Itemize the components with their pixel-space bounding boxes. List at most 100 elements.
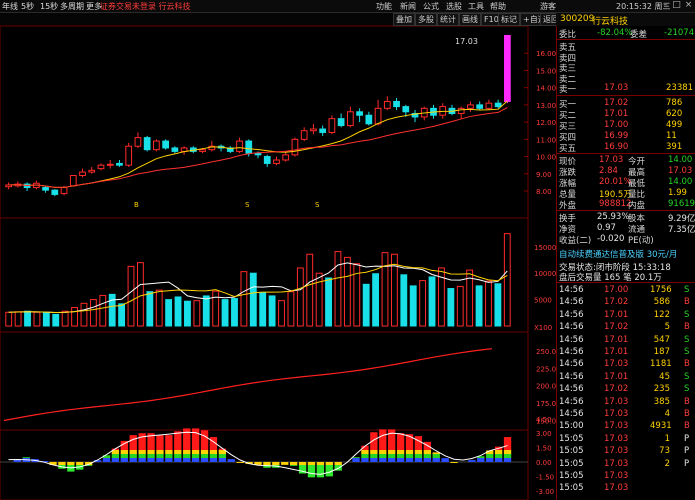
tick-price: 17.01 [604,347,629,357]
price-axis-label: 11.00 [536,136,556,144]
macd-bar [165,454,173,458]
macd-bar [441,458,449,462]
period-more[interactable]: 更多 [86,1,102,12]
menu-news[interactable]: 新闻 [400,1,416,12]
period-multi[interactable]: 多周期 [60,1,84,12]
tool-multi-stock[interactable]: 多股 [415,13,437,26]
macd-bar [307,462,316,465]
signal-s-marker: S [315,201,320,209]
macd-bar [494,450,503,454]
tick-side: B [684,409,690,419]
divider [557,210,695,211]
menu-tools[interactable]: 工具 [468,1,484,12]
close-icon[interactable]: × [683,0,694,11]
minimize-icon[interactable]: – [660,0,671,11]
macd-bar [174,458,182,462]
trade-login-notice[interactable]: 证券交易未登录 行云科技 [100,1,191,12]
candle-body [79,171,86,177]
volume-bar [362,283,370,327]
volume-bar [296,267,304,327]
menu-formula[interactable]: 公式 [423,1,439,12]
tick-time: 15:05 [559,471,584,481]
kline-chart[interactable]: 16.00 15.00 14.00 13.00 12.00 11.00 10.00 9.00 8… [0,26,556,500]
volume-bar [14,311,22,327]
candle-body [328,118,336,133]
macd-bar [423,458,431,462]
candle-body [51,189,59,195]
macd-bar [334,462,342,465]
candle-body [356,111,363,116]
candle-body [162,140,169,149]
bid-price: 17.00 [604,119,629,130]
menu-help[interactable]: 帮助 [490,1,506,12]
maximize-icon[interactable]: □ [671,0,682,11]
price-axis-label: 14.00 [536,85,556,93]
macd-bar [370,454,378,458]
macd-bar [209,454,218,458]
volume-bar [278,300,285,327]
period-5s[interactable]: 5秒 [21,1,34,12]
macd-bar [325,462,333,465]
bid-volume: 786 [666,98,683,108]
indicator-axis-label: 175.0 [536,400,556,408]
bid-price: 17.01 [604,108,629,119]
indicator-line [3,348,493,422]
volume-bar [155,289,163,327]
tool-overlay[interactable]: 叠加 [393,13,415,26]
tool-mark[interactable]: 标记 [498,13,520,26]
macd-bar [396,433,405,450]
tick-side: B [684,421,690,432]
macd-bar [102,458,111,462]
volume-axis-label: 15000 [534,244,556,252]
macd-bar [361,454,369,458]
price-axis-label: 15.00 [536,67,556,75]
candle-body [319,128,327,133]
guest-label[interactable]: 游客 [540,1,556,12]
macd-bar [191,454,200,458]
tick-volume: 5 [664,322,670,333]
volume-bar [127,265,135,327]
tick-price: 17.03 [604,458,629,469]
subscription-banner[interactable]: 自动续费通达信普及版 30元/月 [559,248,677,260]
menu-function[interactable]: 功能 [376,1,392,12]
volume-bar [428,276,436,327]
divider [557,282,695,283]
period-yearly[interactable]: 年线 [2,1,18,12]
volume-bar [325,277,332,327]
volume-bar [108,293,116,327]
tick-side: S [684,384,690,395]
macd-bar [272,462,280,465]
macd-bar [414,458,423,462]
macd-bar [200,458,209,462]
volume-bar [193,300,201,327]
macd-bar [200,450,209,454]
volume-bar [202,295,210,327]
period-15s[interactable]: 15秒 [40,1,58,12]
tick-side: S [684,371,690,382]
tick-price: 17.01 [604,371,629,382]
macd-bar [174,431,182,450]
tick-volume: 122 [653,309,670,320]
macd-bar [432,454,440,458]
tool-draw-line[interactable]: 画线 [459,13,481,26]
candle-body [504,34,511,102]
candle-body [125,145,133,166]
macd-bar [156,458,164,462]
stat-value: 17.03 [668,165,693,176]
volume-bar [89,299,97,327]
tick-time: 14:56 [559,396,584,407]
volume-bar [52,313,60,327]
volume-bar [268,295,276,327]
volume-bar [212,290,220,327]
chart-grid [0,26,529,500]
macd-bar [370,458,378,462]
macd-axis-label: 3.00 [536,430,552,438]
tool-statistics[interactable]: 统计 [437,13,459,26]
indicator-axis-label: 250.0 [536,348,556,356]
divider [557,153,695,154]
macd-bar [414,454,423,458]
menu-stock-select[interactable]: 选股 [446,1,462,12]
volume-bar [5,311,13,327]
stat-value: 7.35亿 [668,225,695,235]
macd-bar [361,450,369,454]
